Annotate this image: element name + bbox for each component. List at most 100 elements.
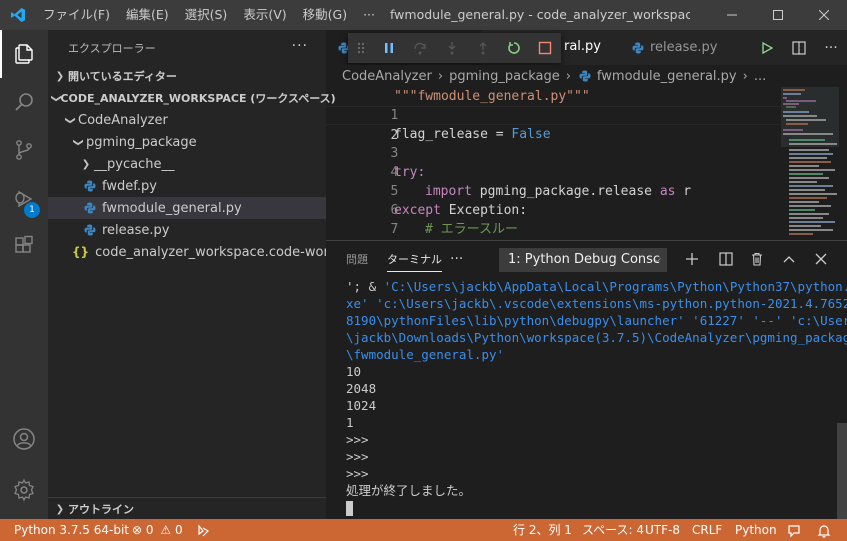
terminal-select[interactable]: 1: Python Debug Consc ⌵ [499,248,667,272]
open-editors-section[interactable]: ❯ 開いているエディター [48,65,326,87]
tree-file-release[interactable]: release.py [48,219,326,241]
breadcrumb-item[interactable]: CodeAnalyzer [342,69,432,84]
code-text: pgming_package.release [471,184,660,199]
menu-bar: ファイル(F) 編集(E) 選択(S) 表示(V) 移動(G) ··· [35,0,383,30]
warning-icon: ⚠ [160,523,172,537]
stop-icon[interactable] [530,33,561,63]
new-terminal-icon[interactable] [680,247,704,271]
tab-terminal[interactable]: ターミナル [387,241,442,278]
code-editor[interactable]: 1 """fwmodule_general.py""" 2 3 flag_rel… [326,87,781,239]
trash-icon[interactable] [745,247,769,271]
minimap[interactable] [781,87,847,239]
extensions-icon[interactable] [0,222,48,270]
terminal-cursor [346,501,353,516]
close-panel-icon[interactable] [809,247,833,271]
bottom-panel: 問題 ターミナル ··· 1: Python Debug Consc ⌵ '; … [326,240,847,519]
tree-file-fwdef[interactable]: fwdef.py [48,175,326,197]
tree-folder-codeanalyzer[interactable]: ❯ CodeAnalyzer [48,109,326,131]
debug-toolbar [348,33,561,63]
code-text: try: [394,165,426,180]
indentation[interactable]: スペース: 4 [582,519,644,541]
run-debug-icon[interactable]: 1 [0,174,48,222]
error-count: 0 [145,523,154,537]
step-into-icon[interactable] [436,33,467,63]
outline-label: アウトライン [68,503,134,516]
terminal-output[interactable]: '; & 'C:\Users\jackb\AppData\Local\Progr… [346,278,847,516]
close-window-button[interactable] [801,0,847,30]
tree-label: fwmodule_general.py [102,200,242,216]
step-out-icon[interactable] [467,33,498,63]
chevron-down-icon: ❯ [72,137,84,147]
settings-gear-icon[interactable] [0,466,48,514]
accounts-icon[interactable] [0,415,48,463]
notifications-bell-icon[interactable] [817,519,831,541]
python-interpreter[interactable]: Python 3.7.5 64-bit [14,519,129,541]
menu-more[interactable]: ··· [355,0,383,30]
cursor-position[interactable]: 行 2、列 1 [513,519,572,541]
terminal-select-value: 1: Python Debug Consc [508,252,661,267]
tree-label: code_analyzer_workspace.code-workspace [95,244,326,260]
code-text: False [511,127,551,142]
search-icon[interactable] [0,78,48,126]
feedback-icon[interactable] [787,519,801,541]
minimize-button[interactable] [709,0,755,30]
menu-edit[interactable]: 編集(E) [118,0,177,30]
problems-status[interactable]: ⊗ 0 ⚠ 0 [132,519,183,541]
json-file-icon: {} [72,245,90,259]
editor-tabs: ral.py release.py ··· [326,30,847,65]
more-actions-icon[interactable]: ··· [815,30,847,65]
terminal-line: 8190\pythonFiles\lib\python\debugpy\laun… [346,313,847,328]
tree-label: CodeAnalyzer [78,112,168,128]
terminal-line: 1024 [346,398,377,413]
explorer-more-button[interactable]: ··· [292,38,308,54]
error-icon: ⊗ [132,523,143,537]
terminal-line: xe' 'c:\Users\jackb\.vscode\extensions\m… [346,296,847,311]
breadcrumb: CodeAnalyzer › pgming_package › fwmodule… [326,65,847,87]
tree-label: __pycache__ [94,156,175,172]
terminal-line: \fwmodule_general.py' [346,347,505,362]
activity-bar: 1 [0,30,48,519]
terminal-line: >>> [346,432,369,447]
tab-problems[interactable]: 問題 [346,241,368,278]
open-editors-label: 開いているエディター [68,70,177,83]
terminal-cursor-line [346,499,826,516]
panel-more-button[interactable]: ··· [450,241,463,278]
tree-folder-pgming-package[interactable]: ❯ pgming_package [48,131,326,153]
source-control-icon[interactable] [0,126,48,174]
encoding[interactable]: UTF-8 [645,519,680,541]
end-of-line[interactable]: CRLF [692,519,722,541]
split-terminal-icon[interactable] [714,247,738,271]
split-editor-icon[interactable] [783,30,815,65]
terminal-scrollbar[interactable] [837,423,847,519]
python-file-icon [577,68,593,84]
maximize-panel-icon[interactable] [777,247,801,271]
maximize-button[interactable] [755,0,801,30]
tab-label: ral.py [564,39,602,54]
menu-file[interactable]: ファイル(F) [35,0,118,30]
restart-icon[interactable] [498,33,529,63]
language-mode[interactable]: Python [735,519,777,541]
workspace-section[interactable]: ❯ CODE_ANALYZER_WORKSPACE (ワークスペース) [48,87,336,109]
tree-file-fwmodule-general[interactable]: fwmodule_general.py [48,197,326,219]
code-text: # エラースルー [425,222,519,237]
step-over-icon[interactable] [405,33,436,63]
explorer-icon[interactable] [0,30,48,78]
breadcrumb-item[interactable]: ... [754,69,766,84]
breadcrumb-item[interactable]: pgming_package [449,69,560,84]
breadcrumb-item[interactable]: fwmodule_general.py [597,69,737,84]
menu-selection[interactable]: 選択(S) [177,0,236,30]
run-file-icon[interactable] [751,30,783,65]
code-line-current: 2 [326,106,781,143]
terminal-line: 処理が終了しました。 [346,483,472,498]
tree-folder-pycache[interactable]: ❯ __pycache__ [48,153,326,175]
tab-release[interactable]: release.py [610,30,730,65]
tree-file-workspace[interactable]: {} code_analyzer_workspace.code-workspac… [48,241,326,263]
chevron-right-icon: ❯ [55,503,65,515]
drag-handle-icon[interactable] [348,33,373,63]
tree-label: release.py [102,222,170,238]
pause-icon[interactable] [373,33,404,63]
menu-view[interactable]: 表示(V) [235,0,294,30]
live-share-icon[interactable] [196,519,210,541]
outline-section[interactable]: ❯ アウトライン [48,497,326,519]
menu-go[interactable]: 移動(G) [295,0,355,30]
